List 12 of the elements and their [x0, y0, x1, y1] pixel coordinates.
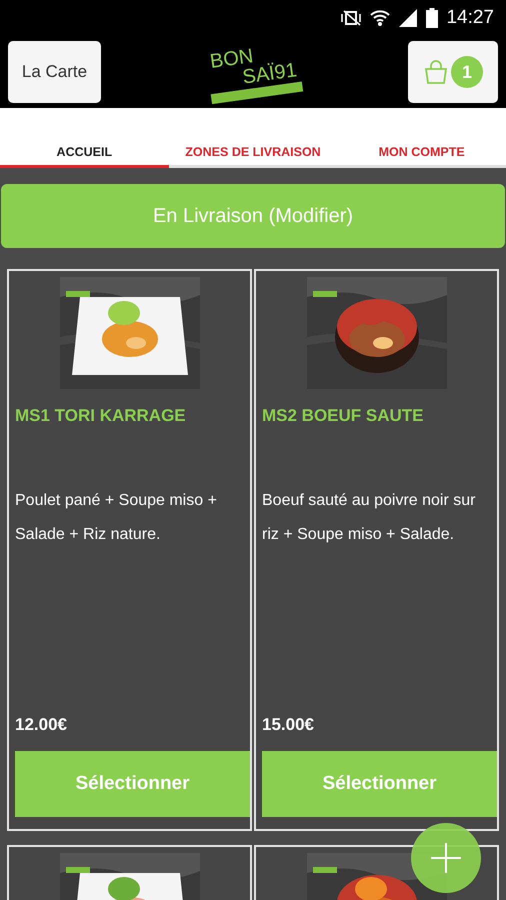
product-name: MS1 TORI KARRAGE: [15, 406, 187, 426]
clock-time: 14:27: [446, 7, 494, 29]
cart-count-badge: 1: [450, 56, 483, 88]
product-description: Poulet pané + Soupe miso + Salade + Riz nature.: [15, 491, 218, 545]
tab[interactable]: MON COMPTE: [337, 145, 506, 168]
tab[interactable]: ZONES DE LIVRAISON: [168, 145, 338, 168]
menu-button[interactable]: La Carte: [8, 41, 101, 103]
product-description: Boeuf sauté au poivre noir sur riz + Soupe miso + Salade.: [262, 491, 476, 545]
product-price: 15.00€: [262, 715, 315, 735]
tab[interactable]: ACCUEIL: [0, 145, 169, 168]
product-price: 12.00€: [15, 715, 68, 735]
product-name: MS2 BOEUF SAUTE: [262, 406, 425, 426]
